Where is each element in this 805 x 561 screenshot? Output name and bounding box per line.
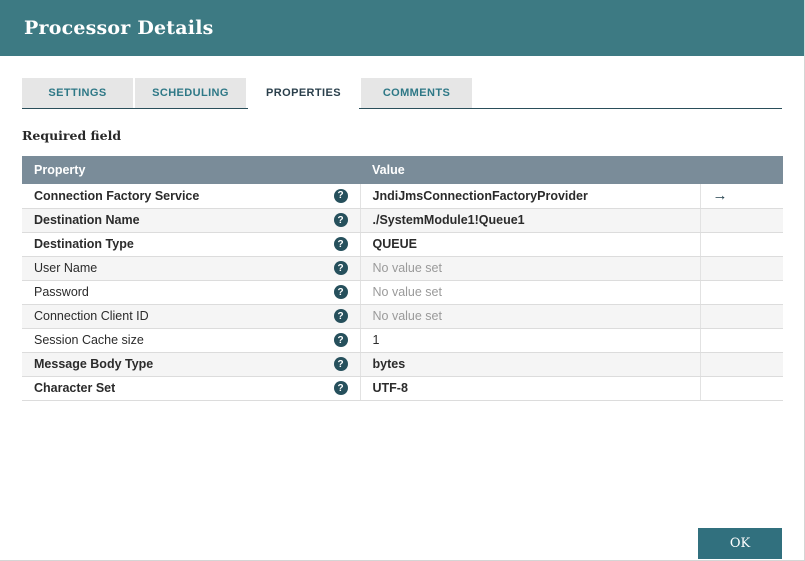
dialog-content: SETTINGS SCHEDULING PROPERTIES COMMENTS … xyxy=(0,78,804,401)
property-name: Connection Factory Service xyxy=(34,189,199,203)
help-icon[interactable]: ? xyxy=(334,261,348,275)
tab-properties[interactable]: PROPERTIES xyxy=(248,78,359,108)
property-value: No value set xyxy=(373,285,442,299)
dialog-header: Processor Details xyxy=(0,0,804,56)
help-icon[interactable]: ? xyxy=(334,357,348,371)
property-value: No value set xyxy=(373,261,442,275)
property-name: Destination Type xyxy=(34,237,134,251)
help-icon[interactable]: ? xyxy=(334,285,348,299)
property-name: Character Set xyxy=(34,381,115,395)
property-value: QUEUE xyxy=(373,237,417,251)
property-name: Session Cache size xyxy=(34,333,144,347)
property-value: 1 xyxy=(373,333,380,347)
property-value: ./SystemModule1!Queue1 xyxy=(373,213,525,227)
help-icon[interactable]: ? xyxy=(334,333,348,347)
tab-comments[interactable]: COMMENTS xyxy=(361,78,472,108)
property-name: Password xyxy=(34,285,89,299)
table-row: Connection Client ID ? No value set xyxy=(22,304,783,328)
help-icon[interactable]: ? xyxy=(334,381,348,395)
required-field-label: Required field xyxy=(22,128,782,143)
ok-button[interactable]: OK xyxy=(698,528,782,559)
table-row: Password ? No value set xyxy=(22,280,783,304)
tab-settings[interactable]: SETTINGS xyxy=(22,78,133,108)
table-row: Character Set ? UTF-8 xyxy=(22,376,783,400)
dialog-title: Processor Details xyxy=(24,17,214,39)
property-name: Destination Name xyxy=(34,213,140,227)
property-name: Connection Client ID xyxy=(34,309,149,323)
table-row: User Name ? No value set xyxy=(22,256,783,280)
properties-table: Property Value Connection Factory Servic… xyxy=(22,156,783,401)
property-name: User Name xyxy=(34,261,97,275)
table-row: Destination Name ? ./SystemModule1!Queue… xyxy=(22,208,783,232)
property-value: bytes xyxy=(373,357,406,371)
property-value: JndiJmsConnectionFactoryProvider xyxy=(373,189,588,203)
column-header-value: Value xyxy=(360,156,783,184)
help-icon[interactable]: ? xyxy=(334,237,348,251)
goto-service-icon[interactable]: → xyxy=(713,187,728,204)
table-row: Connection Factory Service ? JndiJmsConn… xyxy=(22,184,783,208)
help-icon[interactable]: ? xyxy=(334,213,348,227)
property-value: UTF-8 xyxy=(373,381,408,395)
table-row: Destination Type ? QUEUE xyxy=(22,232,783,256)
property-name: Message Body Type xyxy=(34,357,153,371)
processor-details-dialog: Processor Details SETTINGS SCHEDULING PR… xyxy=(0,0,805,561)
column-header-property: Property xyxy=(22,156,360,184)
table-header-row: Property Value xyxy=(22,156,783,184)
property-value: No value set xyxy=(373,309,442,323)
tab-scheduling[interactable]: SCHEDULING xyxy=(135,78,246,108)
table-row: Message Body Type ? bytes xyxy=(22,352,783,376)
help-icon[interactable]: ? xyxy=(334,309,348,323)
table-row: Session Cache size ? 1 xyxy=(22,328,783,352)
help-icon[interactable]: ? xyxy=(334,189,348,203)
tab-bar: SETTINGS SCHEDULING PROPERTIES COMMENTS xyxy=(22,78,782,109)
